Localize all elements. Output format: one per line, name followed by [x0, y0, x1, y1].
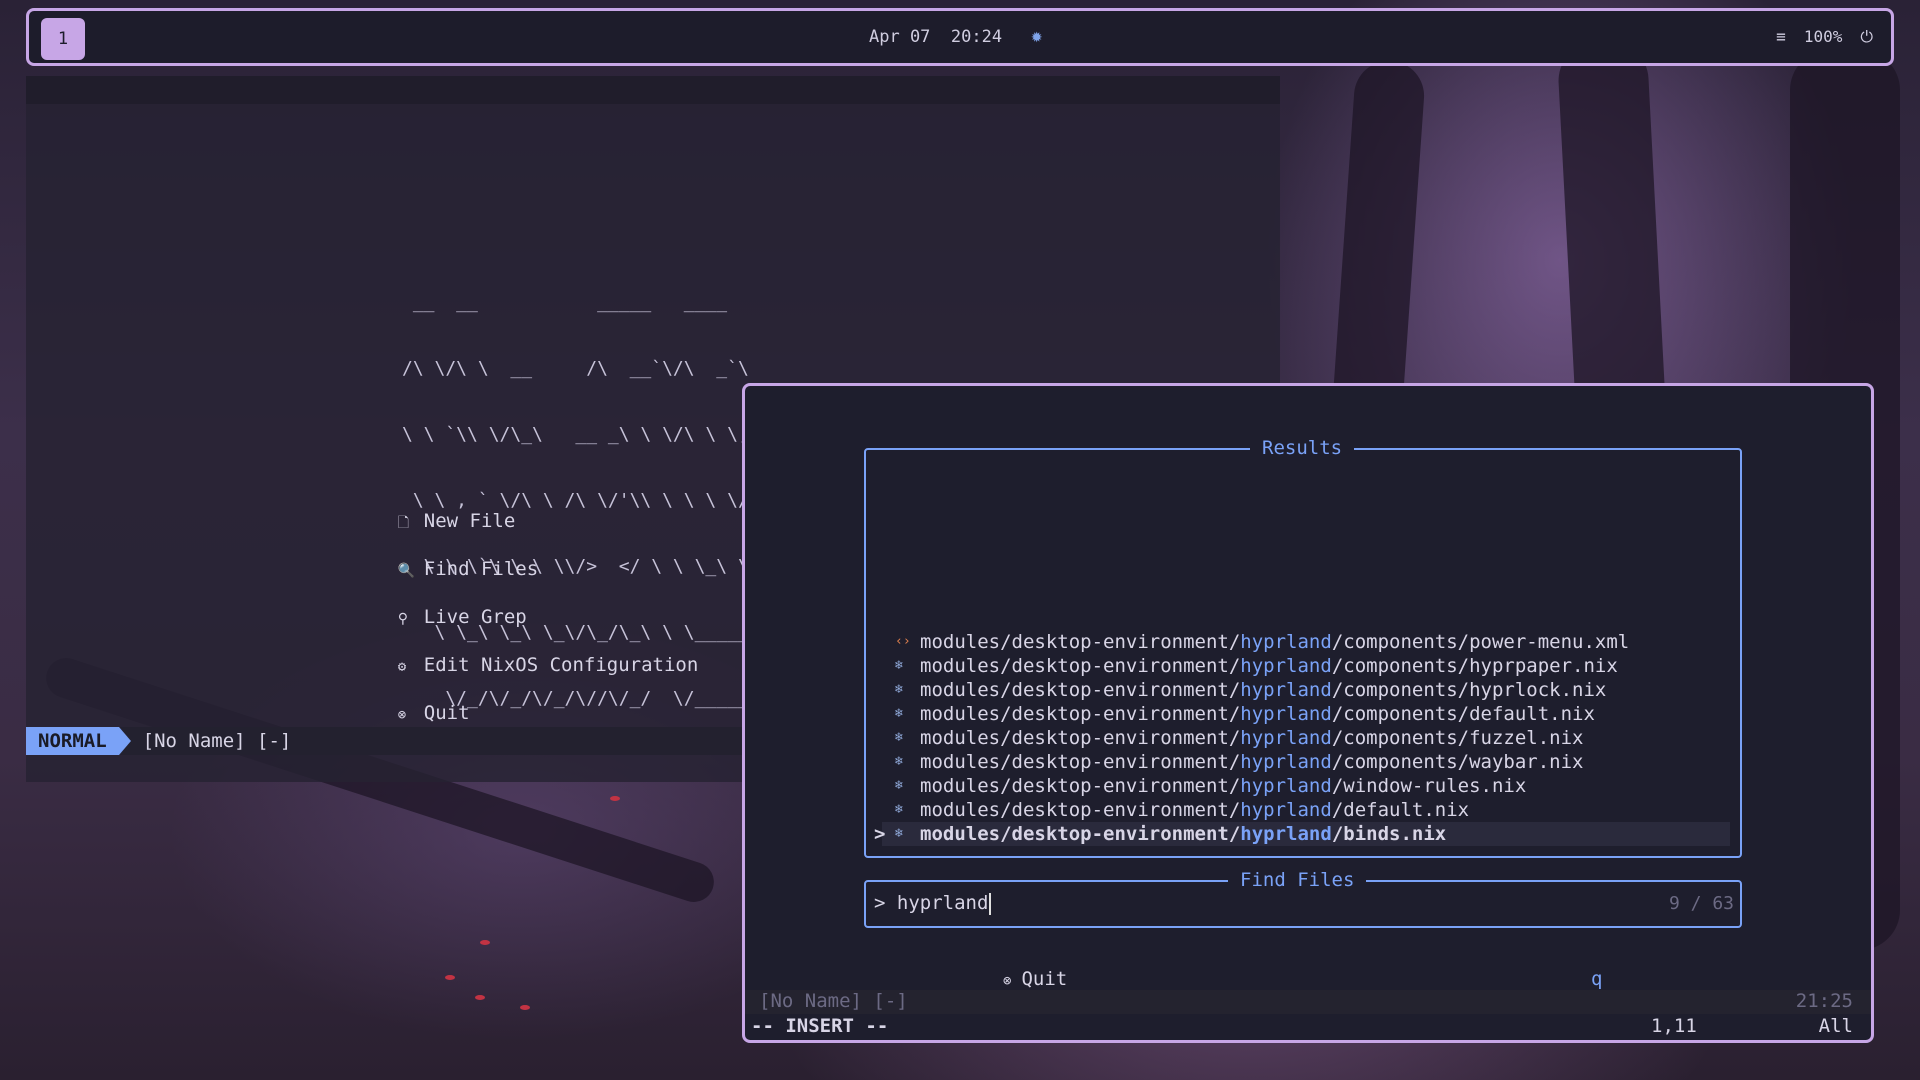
power-icon[interactable]: ⏻ [1860, 27, 1873, 47]
path-suffix: /components/default.nix [1331, 703, 1595, 725]
ascii-line: __ __ _____ ____ [402, 292, 728, 313]
time-label: 20:24 [950, 27, 1003, 47]
cursor-position: 1,11 [1651, 1015, 1697, 1037]
path-prefix: modules/desktop-environment/ [920, 655, 1241, 677]
path-match: hyprland [1240, 727, 1332, 749]
window-header [26, 76, 1280, 104]
path-prefix: modules/desktop-environment/ [920, 751, 1241, 773]
clock[interactable]: Apr 07 20:24 [869, 27, 1002, 47]
path-match: hyprland [1240, 799, 1332, 821]
result-row-selected[interactable]: > ❄ modules/desktop-environment/hyprland/b… [874, 822, 1730, 846]
gear-icon: ⚙ [397, 659, 407, 675]
quit-label: Quit [1021, 968, 1068, 990]
buffer-name: [No Name] [-] [142, 730, 292, 752]
path-suffix: /components/waybar.nix [1331, 751, 1584, 773]
path-match: hyprland [1240, 703, 1332, 725]
petal [610, 796, 620, 801]
mode-indicator: NORMAL [26, 727, 119, 755]
path-prefix: modules/desktop-environment/ [920, 631, 1241, 653]
result-row[interactable]: ❄ modules/desktop-environment/hyprland/co… [882, 678, 1730, 702]
nix-file-icon: ❄ [895, 826, 903, 841]
petal [445, 975, 455, 980]
path-match: hyprland [1240, 655, 1332, 677]
scroll-position: All [1818, 1015, 1853, 1037]
result-row[interactable]: ❄ modules/desktop-environment/hyprland/co… [882, 702, 1730, 726]
path-prefix: modules/desktop-environment/ [920, 799, 1241, 821]
path-suffix: /binds.nix [1331, 823, 1447, 845]
prompt-symbol: > [874, 892, 886, 914]
menu-icon[interactable]: ≡ [1776, 27, 1786, 47]
status-time: 21:25 [1795, 990, 1853, 1012]
top-bar: 1 Apr 07 20:24 ✹ ≡ 100% ⏻ [26, 8, 1894, 66]
menu-label: Edit NixOS Configuration [423, 654, 699, 676]
petal [480, 940, 490, 945]
path-suffix: /components/hyprlock.nix [1331, 679, 1607, 701]
path-suffix: /default.nix [1331, 799, 1470, 821]
nix-file-icon: ❄ [895, 682, 903, 697]
petal [520, 1005, 530, 1010]
result-row[interactable]: ❄ modules/desktop-environment/hyprland/de… [882, 798, 1730, 822]
results-title: Results [1250, 437, 1355, 459]
path-suffix: /components/fuzzel.nix [1331, 727, 1584, 749]
prompt-title: Find Files [1228, 869, 1367, 891]
search-icon: 🔍 [397, 563, 416, 579]
path-prefix: modules/desktop-environment/ [920, 679, 1241, 701]
menu-label: Quit [423, 702, 470, 724]
workspace-button[interactable]: 1 [41, 18, 85, 60]
result-row[interactable]: ❄ modules/desktop-environment/hyprland/wi… [882, 774, 1730, 798]
selection-caret: > [874, 823, 886, 845]
search-input[interactable]: > hyprland [874, 892, 992, 915]
quit-icon: ⊗ [1003, 973, 1012, 989]
path-prefix: modules/desktop-environment/ [920, 775, 1241, 797]
path-prefix: modules/desktop-environment/ [920, 703, 1241, 725]
path-prefix: modules/desktop-environment/ [920, 823, 1241, 845]
mode-separator [118, 727, 131, 755]
nix-file-icon: ❄ [895, 754, 903, 769]
result-row[interactable]: ❄ modules/desktop-environment/hyprland/co… [882, 726, 1730, 750]
result-row[interactable]: ❄ modules/desktop-environment/hyprland/co… [882, 750, 1730, 774]
path-prefix: modules/desktop-environment/ [920, 727, 1241, 749]
new-file-icon: 🗋 [397, 515, 410, 531]
nix-file-icon: ❄ [895, 658, 903, 673]
date-label: Apr 07 [869, 27, 931, 47]
path-match: hyprland [1240, 775, 1332, 797]
quit-option[interactable]: ⊗ Quit [1003, 968, 1067, 990]
menu-label: New File [423, 510, 516, 532]
ascii-line: /\ \/\ \ __ /\ __`\/\ _`\ [402, 358, 749, 379]
statusline: NORMAL [No Name] [-] [26, 727, 746, 755]
grep-icon: ⚲ [397, 611, 409, 627]
path-match: hyprland [1240, 823, 1332, 845]
nix-file-icon: ❄ [895, 730, 903, 745]
buffer-name: [No Name] [-] [759, 990, 908, 1012]
quit-key: q [1591, 968, 1603, 990]
nix-file-icon: ❄ [895, 778, 903, 793]
system-tray: ≡ 100% ⏻ [1776, 27, 1873, 47]
result-row[interactable]: ‹› modules/desktop-environment/hyprland/c… [882, 630, 1730, 654]
nix-file-icon: ❄ [895, 706, 903, 721]
results-panel: Results ‹› modules/desktop-environment/hy… [864, 437, 1742, 858]
petal [475, 995, 485, 1000]
path-match: hyprland [1240, 679, 1332, 701]
path-suffix: /components/power-menu.xml [1331, 631, 1630, 653]
query-text: hyprland [896, 892, 989, 914]
path-match: hyprland [1240, 751, 1332, 773]
path-match: hyprland [1240, 631, 1332, 653]
floating-statusline: [No Name] [-] 21:25 [745, 990, 1871, 1014]
prompt-panel[interactable]: Find Files > hyprland 9 / 63 [864, 869, 1742, 928]
path-suffix: /components/hyprpaper.nix [1331, 655, 1618, 677]
weather-icon[interactable]: ✹ [1031, 25, 1042, 47]
path-suffix: /window-rules.nix [1331, 775, 1527, 797]
xml-file-icon: ‹› [895, 634, 911, 649]
battery-label[interactable]: 100% [1804, 27, 1843, 47]
find-files-window[interactable]: Results ‹› modules/desktop-environment/hy… [742, 383, 1874, 1043]
result-row[interactable]: ❄ modules/desktop-environment/hyprland/co… [882, 654, 1730, 678]
text-cursor [989, 892, 992, 915]
mode-indicator: -- INSERT -- [751, 1015, 889, 1037]
menu-label: Find Files [423, 558, 539, 580]
menu-label: Live Grep [423, 606, 527, 628]
nix-file-icon: ❄ [895, 802, 903, 817]
result-count: 9 / 63 [1668, 893, 1734, 914]
results-list: ‹› modules/desktop-environment/hyprland/c… [874, 630, 1730, 846]
quit-icon: ⊗ [397, 707, 407, 723]
